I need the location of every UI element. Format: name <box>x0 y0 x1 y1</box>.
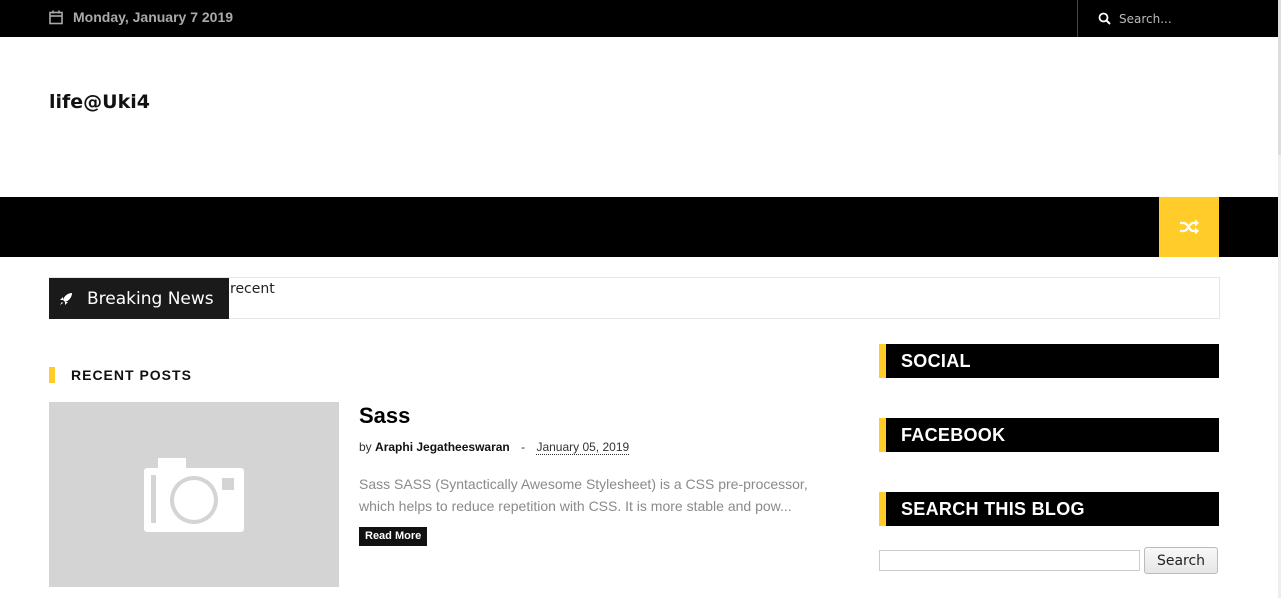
breaking-news-label: Breaking News <box>49 278 229 319</box>
post-title[interactable]: Sass <box>359 403 410 429</box>
shuffle-icon <box>1180 219 1199 235</box>
post-date[interactable]: January 05, 2019 <box>536 440 630 455</box>
breaking-news-bar: Breaking News recent <box>49 277 1220 319</box>
read-more-button[interactable]: Read More <box>359 527 428 546</box>
widget-search-title: SEARCH THIS BLOG <box>879 492 1219 526</box>
breaking-news-ticker[interactable]: recent <box>230 281 275 297</box>
widget-social-title: SOCIAL <box>879 344 1219 378</box>
topbar-search-input[interactable] <box>1119 11 1269 26</box>
rocket-icon <box>60 292 72 305</box>
recent-posts-heading: RECENT POSTS <box>49 367 192 383</box>
site-title[interactable]: life@Uki4 <box>49 91 150 113</box>
topbar-date: Monday, January 7 2019 <box>49 9 233 25</box>
meta-separator: - <box>521 440 526 454</box>
topbar-search[interactable] <box>1077 0 1278 37</box>
blog-search-input[interactable] <box>879 550 1140 571</box>
post-excerpt: Sass SASS (Syntactically Awesome Stylesh… <box>359 476 808 514</box>
main-nav-bar <box>0 197 1278 257</box>
post-author[interactable]: Araphi Jegatheeswaran <box>375 440 510 454</box>
post-by-label: by <box>359 440 372 454</box>
widget-facebook-title: FACEBOOK <box>879 418 1219 452</box>
blog-search-button[interactable]: Search <box>1144 547 1218 574</box>
breaking-news-text: Breaking News <box>87 288 214 309</box>
calendar-icon <box>49 10 63 24</box>
search-icon[interactable] <box>1098 12 1111 25</box>
current-date: Monday, January 7 2019 <box>73 9 234 25</box>
camera-icon <box>144 457 244 532</box>
top-bar: Monday, January 7 2019 <box>0 0 1278 37</box>
post-thumbnail[interactable] <box>49 402 339 587</box>
post-meta: by Araphi Jegatheeswaran - January 05, 2… <box>359 440 630 455</box>
random-post-button[interactable] <box>1159 197 1219 257</box>
